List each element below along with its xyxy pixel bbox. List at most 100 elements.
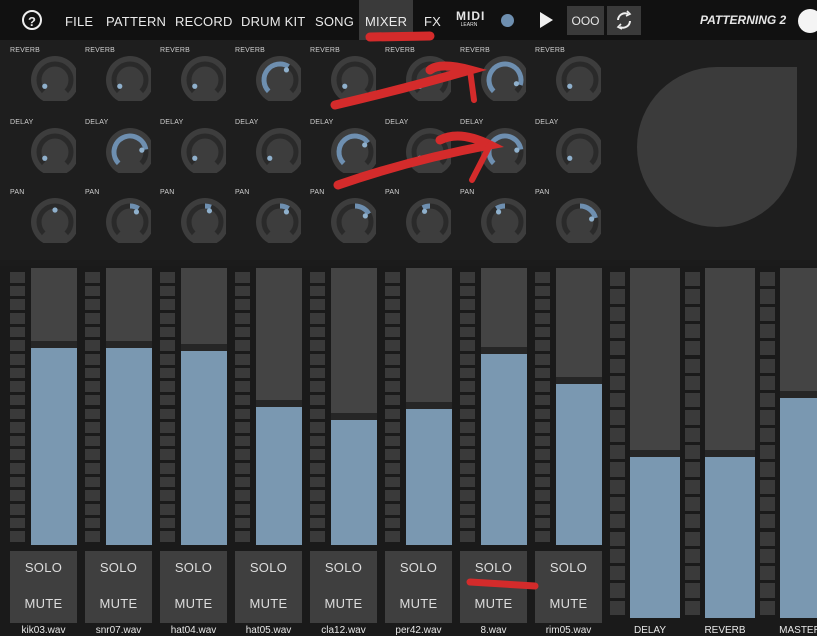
midi-learn-button[interactable]: MIDI LEARN — [456, 9, 486, 32]
pan-knob[interactable] — [105, 197, 151, 243]
solo-button[interactable]: SOLO — [535, 551, 602, 587]
reverb-knob[interactable] — [330, 55, 376, 101]
fader-handle[interactable] — [406, 402, 452, 410]
delay-knob[interactable] — [30, 127, 76, 173]
bus-meter-segment — [610, 531, 625, 546]
level-meter-segment — [10, 435, 25, 447]
delay-knob[interactable] — [555, 127, 601, 173]
menu-drum-kit[interactable]: DRUM KIT — [241, 0, 305, 40]
fader-handle[interactable] — [556, 377, 602, 385]
level-meter-segment — [460, 285, 475, 297]
mute-button[interactable]: MUTE — [10, 587, 77, 623]
level-meter-segment — [235, 272, 250, 283]
reverb-knob[interactable] — [30, 55, 76, 101]
level-meter-segment — [160, 394, 175, 406]
mute-button[interactable]: MUTE — [85, 587, 152, 623]
solo-button[interactable]: SOLO — [235, 551, 302, 587]
mute-button[interactable]: MUTE — [310, 587, 377, 623]
level-meter-segment — [235, 449, 250, 461]
level-meter-segment — [385, 490, 400, 502]
bus-meter-segment — [610, 427, 625, 442]
help-button[interactable]: ? — [22, 10, 42, 30]
fader-handle[interactable] — [106, 341, 152, 349]
bus-meter-segment — [610, 514, 625, 529]
bus-fader-handle[interactable] — [630, 450, 680, 457]
record-button[interactable] — [501, 14, 514, 27]
menu-mixer[interactable]: MIXER — [359, 0, 414, 40]
bus-meter-segment — [685, 496, 700, 512]
solo-button[interactable]: SOLO — [160, 551, 227, 587]
mute-button[interactable]: MUTE — [385, 587, 452, 623]
reverb-knob[interactable] — [105, 55, 151, 101]
fader-handle[interactable] — [331, 413, 377, 421]
pan-knob[interactable] — [480, 197, 526, 243]
level-meter-segment — [535, 367, 550, 379]
pan-label: PAN — [10, 189, 25, 196]
reverb-knob[interactable] — [180, 55, 226, 101]
solo-button[interactable]: SOLO — [460, 551, 527, 587]
track-name: cla12.wav — [321, 625, 366, 636]
level-meter-segment — [160, 449, 175, 461]
solo-button[interactable]: SOLO — [385, 551, 452, 587]
master-xy-pad[interactable] — [637, 67, 797, 227]
reverb-label: REVERB — [160, 47, 190, 54]
level-meter-segment — [310, 367, 325, 379]
fader-handle[interactable] — [181, 344, 227, 352]
fader-handle[interactable] — [256, 399, 302, 407]
bus-meter-segment — [610, 375, 625, 391]
fader-level-fill — [331, 420, 377, 545]
solo-button[interactable]: SOLO — [10, 551, 77, 587]
level-meter-segment — [160, 285, 175, 297]
midi-label: MIDI — [456, 9, 486, 23]
pan-knob[interactable] — [405, 197, 451, 243]
level-meter-segment — [385, 272, 400, 283]
mute-button[interactable]: MUTE — [235, 587, 302, 623]
solo-button[interactable]: SOLO — [85, 551, 152, 587]
pan-knob[interactable] — [555, 197, 601, 243]
level-meter-segment — [460, 394, 475, 406]
delay-knob[interactable] — [405, 127, 451, 173]
delay-knob[interactable] — [105, 127, 151, 173]
loop-button[interactable] — [607, 6, 641, 35]
pan-knob[interactable] — [255, 197, 301, 243]
level-meter-segment — [235, 517, 250, 529]
level-meter-segment — [385, 476, 400, 488]
delay-knob[interactable] — [330, 127, 376, 173]
reverb-knob[interactable] — [255, 55, 301, 101]
level-meter-segment — [385, 449, 400, 461]
level-meter-segment — [85, 517, 100, 529]
fader-handle[interactable] — [481, 346, 527, 354]
pattern-sequence-button[interactable]: OOO — [567, 6, 604, 35]
fader-level-fill — [556, 384, 602, 545]
play-button[interactable] — [540, 12, 553, 28]
mute-button[interactable]: MUTE — [160, 587, 227, 623]
bus-fader-handle[interactable] — [705, 450, 755, 457]
menu-pattern[interactable]: PATTERN — [106, 0, 166, 40]
reverb-knob[interactable] — [555, 55, 601, 101]
pan-knob[interactable] — [30, 197, 76, 243]
menu-fx[interactable]: FX — [424, 0, 441, 40]
delay-knob[interactable] — [180, 127, 226, 173]
menu-file[interactable]: FILE — [65, 0, 93, 40]
level-meter-segment — [535, 394, 550, 406]
solo-button[interactable]: SOLO — [310, 551, 377, 587]
bus-meter-segment — [760, 358, 775, 373]
pan-knob[interactable] — [330, 197, 376, 243]
bus-fader-handle[interactable] — [780, 390, 817, 398]
delay-knob[interactable] — [480, 127, 526, 173]
mute-button[interactable]: MUTE — [535, 587, 602, 623]
menu-song[interactable]: SONG — [315, 0, 354, 40]
level-meter-segment — [310, 435, 325, 447]
mute-button[interactable]: MUTE — [460, 587, 527, 623]
level-meter-segment — [10, 272, 25, 283]
settings-toggle[interactable] — [798, 9, 817, 33]
reverb-label: REVERB — [460, 47, 490, 54]
pan-knob[interactable] — [180, 197, 226, 243]
reverb-knob[interactable] — [480, 55, 526, 101]
menu-record[interactable]: RECORD — [175, 0, 233, 40]
level-meter-segment — [310, 340, 325, 351]
fader-handle[interactable] — [31, 341, 77, 349]
level-meter-segment — [10, 531, 25, 542]
reverb-knob[interactable] — [405, 55, 451, 101]
delay-knob[interactable] — [255, 127, 301, 173]
